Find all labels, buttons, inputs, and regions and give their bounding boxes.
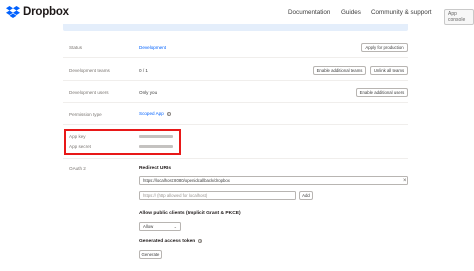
app-secret-value-redacted — [139, 145, 173, 148]
permission-value: Scoped App i — [139, 111, 171, 116]
dropbox-logo-icon — [6, 6, 20, 18]
redirect-uris-title: Redirect URIs — [139, 166, 172, 171]
app-key-label: App key — [69, 134, 86, 139]
row-divider — [63, 57, 408, 58]
app-key-value-redacted — [139, 135, 173, 138]
redirect-uri-entry: https://localhost:8080/openidcallback/dr… — [139, 176, 408, 185]
row-divider — [63, 124, 408, 125]
dev-users-value: Only you — [139, 90, 158, 95]
remove-icon[interactable]: × — [403, 178, 407, 184]
permission-label: Permission type — [69, 112, 102, 117]
row-divider — [63, 102, 408, 103]
dev-users-label: Development users — [69, 90, 109, 95]
dev-teams-value: 0 / 1 — [139, 68, 148, 73]
unlink-teams-button[interactable]: Unlink all teams — [370, 66, 408, 75]
token-title-text: Generated access token — [139, 239, 196, 244]
app-secret-label: App secret — [69, 144, 91, 149]
dev-teams-label: Development teams — [69, 68, 110, 73]
oauth-label: OAuth 2 — [69, 166, 86, 171]
pkce-select[interactable]: Allow ⌄ — [139, 222, 181, 231]
highlight-box — [64, 129, 181, 155]
nav-guides[interactable]: Guides — [341, 9, 361, 16]
enable-users-button[interactable]: Enable additional users — [356, 88, 408, 97]
brand-name: Dropbox — [23, 6, 69, 18]
status-label: Status — [69, 45, 83, 50]
status-value: Development — [139, 45, 167, 50]
info-banner — [63, 24, 408, 31]
apply-production-button[interactable]: Apply for production — [361, 43, 408, 52]
row-divider — [63, 80, 408, 81]
dropbox-logo[interactable]: Dropbox — [6, 6, 69, 18]
nav-community-support[interactable]: Community & support — [371, 9, 432, 16]
add-uri-button[interactable]: Add — [299, 191, 313, 200]
generate-token-button[interactable]: Generate — [139, 250, 162, 259]
pkce-title: Allow public clients (Implicit Grant & P… — [139, 211, 241, 216]
app-console-button[interactable]: App console — [444, 9, 474, 25]
info-icon[interactable]: i — [166, 112, 171, 116]
enable-teams-button[interactable]: Enable additional teams — [313, 66, 366, 75]
top-bar: Dropbox Documentation Guides Community &… — [0, 0, 474, 25]
permission-value-text: Scoped App — [139, 111, 164, 116]
pkce-select-value: Allow — [143, 224, 154, 229]
redirect-uri-input[interactable]: https:// (http allowed for localhost) — [139, 191, 296, 200]
chevron-down-icon: ⌄ — [173, 224, 177, 229]
token-title: Generated access token i — [139, 239, 203, 244]
nav-documentation[interactable]: Documentation — [288, 9, 330, 16]
info-icon[interactable]: i — [198, 239, 203, 243]
row-divider — [63, 158, 408, 159]
